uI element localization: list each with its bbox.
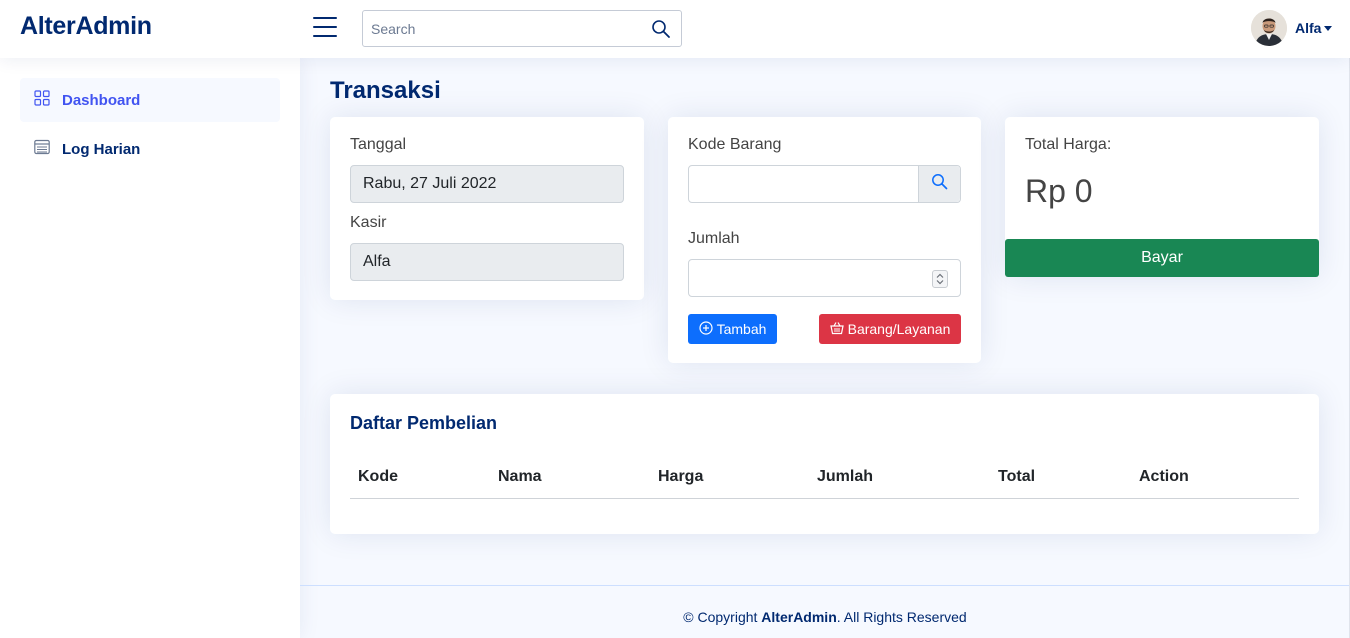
quantity-stepper[interactable] [932, 270, 948, 288]
pay-button-label: Bayar [1141, 249, 1183, 266]
grid-icon [34, 89, 50, 111]
sidebar: Dashboard Log Harian [0, 58, 300, 638]
search-icon [931, 173, 948, 195]
avatar [1251, 10, 1287, 46]
item-code-input-group [688, 165, 961, 203]
search-input[interactable] [363, 11, 643, 46]
cashier-field: Alfa [350, 243, 624, 281]
pay-button[interactable]: Bayar [1005, 239, 1319, 277]
profile-name: Alfa [1295, 20, 1322, 36]
basket-icon [829, 321, 848, 338]
search-icon[interactable] [651, 19, 671, 39]
purchase-list-title: Daftar Pembelian [350, 413, 498, 433]
items-services-button-label: Barang/Layanan [847, 321, 951, 337]
date-field: Rabu, 27 Juli 2022 [350, 165, 624, 203]
sidebar-item-log-harian[interactable]: Log Harian [20, 127, 280, 171]
sidebar-item-label: Log Harian [62, 140, 141, 158]
cashier-label: Kasir [350, 214, 387, 231]
header: AlterAdmin Alfa [0, 0, 1350, 58]
column-header-nama: Nama [498, 468, 542, 485]
sidebar-item-dashboard[interactable]: Dashboard [20, 78, 280, 122]
sidebar-item-label: Dashboard [62, 91, 141, 109]
layout-text-window-icon [34, 139, 50, 160]
column-header-action: Action [1139, 468, 1189, 485]
plus-circle-icon [698, 320, 717, 338]
item-search-button[interactable] [918, 166, 960, 202]
logo[interactable]: AlterAdmin [20, 12, 152, 41]
quantity-input-group [688, 259, 961, 297]
search-bar [362, 10, 682, 47]
copyright-suffix: . All Rights Reserved [836, 609, 967, 625]
caret-down-icon [1324, 26, 1333, 31]
menu-toggle-icon[interactable] [313, 17, 337, 39]
copyright-prefix: © Copyright [683, 609, 762, 625]
footer: © Copyright AlterAdmin. All Rights Reser… [300, 585, 1350, 638]
copyright-brand: AlterAdmin [761, 609, 837, 625]
column-header-total: Total [998, 468, 1036, 485]
column-header-kode: Kode [358, 468, 398, 485]
column-header-jumlah: Jumlah [817, 468, 874, 485]
quantity-label: Jumlah [688, 230, 740, 247]
total-value: Rp 0 [1025, 173, 1093, 209]
profile-dropdown[interactable]: Alfa [1251, 10, 1333, 46]
item-code-input[interactable] [689, 166, 919, 202]
item-code-label: Kode Barang [688, 136, 782, 153]
column-header-harga: Harga [658, 468, 704, 485]
items-services-button[interactable]: Barang/Layanan [819, 314, 961, 344]
page-title: Transaksi [330, 77, 441, 104]
quantity-input[interactable] [689, 260, 924, 296]
add-item-button-label: Tambah [716, 321, 767, 337]
table-header-divider [350, 498, 1299, 499]
add-item-button[interactable]: Tambah [688, 314, 777, 344]
total-label: Total Harga: [1025, 136, 1112, 153]
date-label: Tanggal [350, 136, 407, 153]
